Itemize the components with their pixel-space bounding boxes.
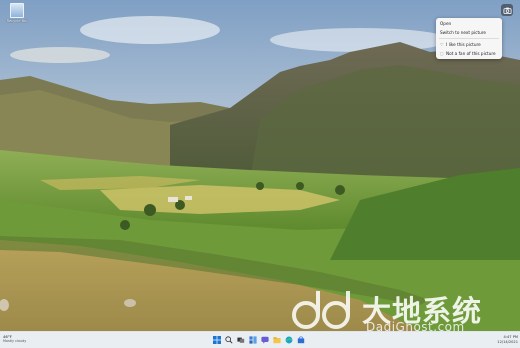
desktop-icon-recycle-bin[interactable]: Recycle Bin: [4, 3, 30, 24]
windows-start-icon[interactable]: [212, 335, 221, 344]
menu-item-like[interactable]: ♡ I like this picture: [436, 40, 502, 49]
menu-item-label: I like this picture: [446, 42, 481, 47]
watermark-subtitle: DadiGhost.com: [366, 320, 465, 331]
menu-item-dislike[interactable]: ◌ Not a fan of this picture: [436, 49, 502, 58]
taskbar-icons: [212, 335, 305, 344]
chat-icon[interactable]: [260, 335, 269, 344]
desktop: Recycle Bin Open Switch to next picture …: [0, 0, 520, 331]
search-icon[interactable]: [224, 335, 233, 344]
edge-icon[interactable]: [284, 335, 293, 344]
menu-item-next-picture[interactable]: Switch to next picture: [436, 28, 502, 37]
widgets-icon[interactable]: [248, 335, 257, 344]
weather-widget[interactable]: 46°F Mostly cloudy: [3, 334, 63, 344]
store-icon[interactable]: [296, 335, 305, 344]
system-tray-clock[interactable]: 4:47 PM 12/14/2021: [497, 335, 518, 344]
clock-date: 12/14/2021: [497, 339, 518, 344]
menu-item-open[interactable]: Open: [436, 19, 502, 28]
menu-separator: [439, 38, 499, 39]
recycle-bin-icon: [10, 3, 24, 18]
taskbar: 46°F Mostly cloudy 4:47 PM 12/14/2021: [0, 331, 520, 348]
menu-item-label: Switch to next picture: [440, 30, 486, 35]
watermark-logo-icon: [292, 291, 351, 329]
spotlight-camera-button[interactable]: [501, 4, 513, 16]
menu-item-label: Not a fan of this picture: [446, 51, 496, 56]
task-view-icon[interactable]: [236, 335, 245, 344]
weather-description: Mostly cloudy: [3, 339, 27, 343]
menu-item-label: Open: [440, 21, 452, 26]
spotlight-context-menu: Open Switch to next picture ♡ I like thi…: [436, 18, 502, 59]
camera-icon: [502, 7, 512, 14]
file-explorer-icon[interactable]: [272, 335, 281, 344]
desktop-icon-label: Recycle Bin: [6, 19, 28, 23]
watermark: 大地系统 DadiGhost.com: [290, 287, 518, 331]
